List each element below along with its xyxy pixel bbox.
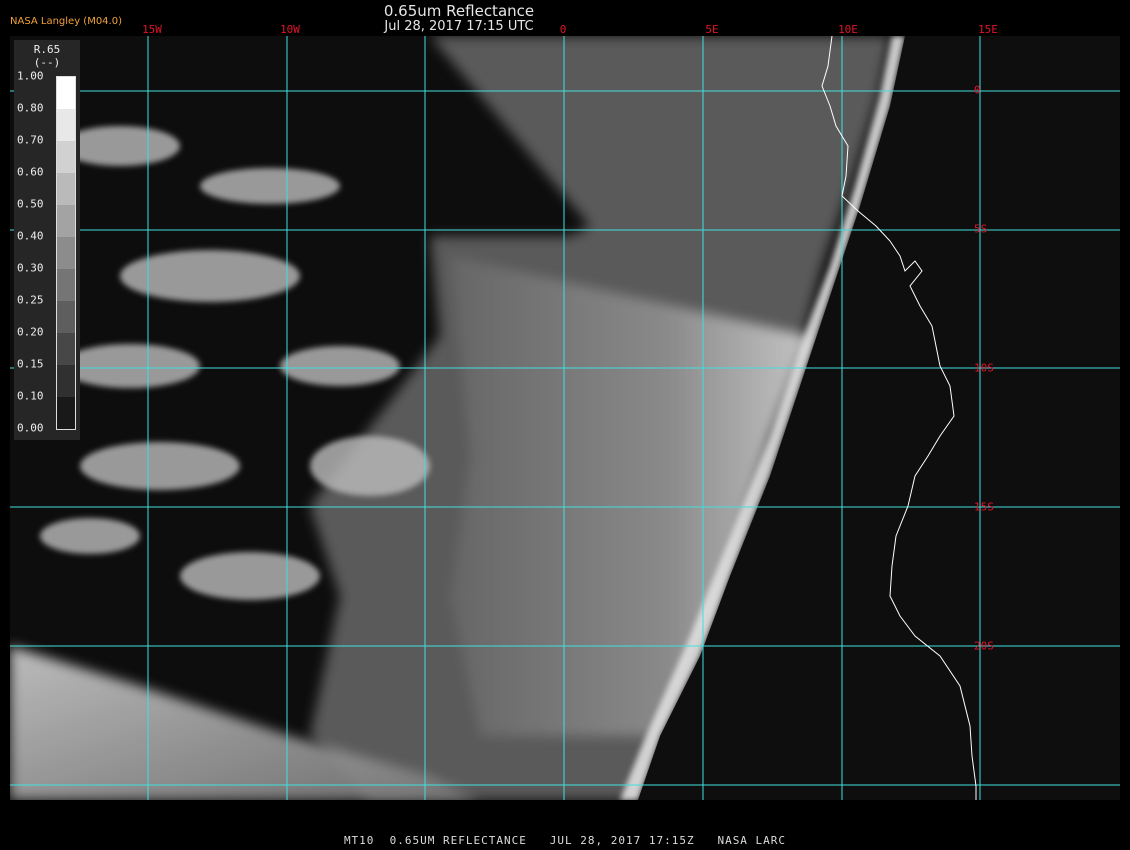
- image-datetime: Jul 28, 2017 17:15 UTC: [384, 19, 534, 34]
- lon-label-15e: 15E: [978, 23, 998, 36]
- satellite-image[interactable]: [10, 36, 1120, 800]
- colorbar-tick: 0.60: [17, 165, 44, 179]
- colorbar-tick: 0.15: [17, 357, 44, 371]
- footer-caption: MT10 0.65UM REFLECTANCE JUL 28, 2017 17:…: [343, 834, 787, 847]
- colorbar-tick: 0.30: [17, 261, 44, 275]
- colorbar-tick: 0.40: [17, 229, 44, 243]
- satellite-imagery: [10, 36, 1120, 800]
- lon-label-10e: 10E: [838, 23, 858, 36]
- colorbar-tick: 0.25: [17, 293, 44, 307]
- lat-label-20s: 20S: [974, 639, 994, 653]
- lat-label-10s: 10S: [974, 361, 994, 375]
- lat-label-15s: 15S: [974, 500, 994, 514]
- colorbar-units: (--): [33, 56, 61, 69]
- lon-label-10w: 10W: [280, 23, 300, 36]
- colorbar-legend: R.65 (--) 1.00 0.80 0.70 0.60 0.50 0.40 0.30 0.…: [14, 40, 80, 440]
- colorbar-tick: 0.20: [17, 325, 44, 339]
- lon-label-5e: 5E: [705, 23, 719, 36]
- colorbar-tick: 1.00: [17, 69, 44, 83]
- lat-label-0: 0: [974, 83, 981, 97]
- colorbar-ramp: [56, 76, 76, 430]
- colorbar-tick: 0.80: [17, 101, 44, 115]
- lon-label-0: 0: [559, 23, 567, 36]
- lon-label-15w: 15W: [142, 23, 162, 36]
- colorbar-tick: 0.00: [17, 421, 44, 435]
- colorbar-tick: 0.70: [17, 133, 44, 147]
- colorbar-tick: 0.10: [17, 389, 44, 403]
- colorbar-title: R.65: [33, 43, 61, 56]
- image-title: 0.65um Reflectance: [383, 2, 535, 20]
- brand-label: NASA Langley (M04.0): [10, 16, 122, 27]
- lat-label-5s: 5S: [974, 222, 988, 236]
- colorbar-tick: 0.50: [17, 197, 44, 211]
